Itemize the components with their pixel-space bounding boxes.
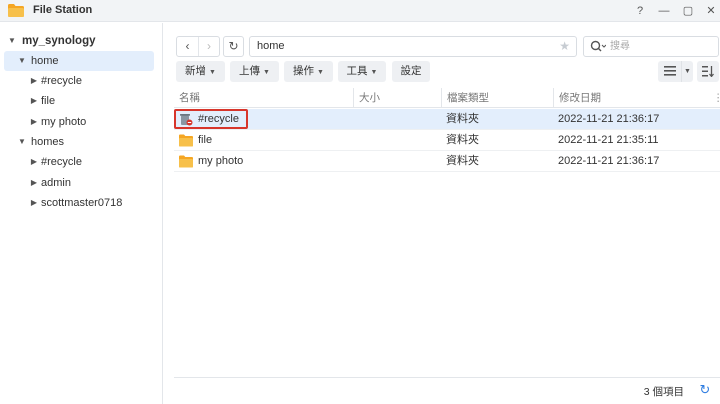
caret-right-icon[interactable]: ▶ (29, 91, 39, 111)
settings-button[interactable]: 設定 (392, 61, 430, 82)
chevron-left-icon: ‹ (185, 39, 190, 53)
search-icon[interactable] (590, 40, 606, 54)
title-bar: File Station ? — ▢ ✕ (0, 0, 720, 22)
sidebar-item-home-recycle[interactable]: ▶ #recycle (4, 71, 154, 91)
view-mode-group: ▼ (658, 61, 693, 82)
caret-right-icon[interactable]: ▶ (29, 193, 39, 213)
caret-down-icon: ▼ (263, 69, 270, 76)
file-name: file (198, 134, 213, 146)
sidebar-item-label: my_synology (22, 35, 96, 47)
tools-button-label: 工具 (346, 65, 368, 77)
file-modified: 2022-11-21 21:35:11 (558, 134, 659, 146)
minimize-button[interactable]: — (656, 3, 672, 19)
search-input[interactable] (610, 39, 714, 54)
table-row[interactable]: file 資料夾 2022-11-21 21:35:11 (174, 130, 720, 151)
sidebar-item-label: home (31, 55, 59, 67)
file-type: 資料夾 (446, 155, 479, 167)
sidebar-item-file[interactable]: ▶ file (4, 91, 154, 111)
action-button[interactable]: 操作 ▼ (284, 61, 333, 82)
item-count: 3 個項目 (643, 386, 684, 398)
nav-buttons: ‹ › (176, 36, 220, 57)
search-field[interactable] (583, 36, 719, 57)
file-list-header: 名稱 大小 檔案類型 修改日期 ⋮ (174, 88, 720, 108)
list-icon (663, 66, 676, 76)
sidebar-item-scottmaster0718[interactable]: ▶ scottmaster0718 (4, 193, 154, 213)
caret-right-icon[interactable]: ▶ (29, 112, 39, 132)
status-bar: 3 個項目 ↻ (174, 377, 720, 404)
caret-right-icon[interactable]: ▶ (29, 173, 39, 193)
column-header-name[interactable]: 名稱 (174, 88, 353, 108)
file-type: 資料夾 (446, 134, 479, 146)
caret-down-icon[interactable]: ▼ (17, 132, 27, 152)
sidebar-item-label: scottmaster0718 (41, 197, 123, 209)
action-button-label: 操作 (293, 65, 315, 77)
path-text: home (257, 40, 285, 52)
caret-down-icon: ▼ (317, 69, 324, 76)
sort-icon (702, 66, 714, 78)
file-name: my photo (198, 155, 244, 167)
star-icon[interactable]: ★ (559, 37, 570, 56)
caret-down-icon: ▼ (684, 68, 691, 75)
file-modified: 2022-11-21 21:36:17 (558, 155, 660, 167)
settings-button-label: 設定 (400, 65, 422, 77)
window-title: File Station (33, 4, 93, 16)
new-button-label: 新增 (185, 65, 207, 77)
caret-down-icon: ▼ (209, 69, 216, 76)
column-header-size[interactable]: 大小 (353, 88, 441, 108)
sidebar-item-label: my photo (41, 116, 87, 128)
caret-right-icon[interactable]: ▶ (29, 152, 39, 172)
sidebar-item-admin[interactable]: ▶ admin (4, 173, 154, 193)
file-station-icon (8, 4, 24, 17)
upload-button[interactable]: 上傳 ▼ (230, 61, 279, 82)
maximize-button[interactable]: ▢ (680, 3, 696, 19)
forward-button[interactable]: › (197, 37, 219, 56)
folder-icon (179, 134, 193, 147)
chevron-right-icon: › (206, 39, 211, 53)
sidebar-item-homes-recycle[interactable]: ▶ #recycle (4, 152, 154, 172)
recycle-bin-icon (180, 114, 193, 126)
refresh-icon: ↻ (228, 39, 239, 53)
refresh-button[interactable]: ↻ (223, 36, 244, 57)
caret-down-icon[interactable]: ▼ (7, 31, 17, 51)
view-mode-dropdown[interactable]: ▼ (682, 61, 693, 82)
table-row[interactable]: #recycle 資料夾 2022-11-21 21:36:17 (174, 109, 720, 130)
caret-down-icon[interactable]: ▼ (17, 51, 27, 71)
help-button[interactable]: ? (632, 3, 648, 19)
column-header-type[interactable]: 檔案類型 (441, 88, 553, 108)
upload-button-label: 上傳 (239, 65, 261, 77)
caret-down-icon: ▼ (370, 69, 378, 76)
sidebar: ▼ my_synology ▼ home ▶ #recycle ▶ file ▶… (0, 23, 163, 404)
sidebar-item-label: homes (31, 136, 65, 148)
caret-right-icon[interactable]: ▶ (29, 71, 39, 91)
table-row[interactable]: my photo 資料夾 2022-11-21 21:36:17 (174, 151, 720, 172)
list-view-button[interactable] (658, 61, 682, 82)
path-field[interactable]: home ★ (249, 36, 577, 57)
sidebar-item-home[interactable]: ▼ home (4, 51, 154, 71)
back-button[interactable]: ‹ (177, 37, 198, 56)
sidebar-item-label: #recycle (41, 75, 82, 87)
sidebar-item-my-photo[interactable]: ▶ my photo (4, 112, 154, 132)
close-button[interactable]: ✕ (703, 3, 719, 19)
sidebar-item-my-synology[interactable]: ▼ my_synology (4, 31, 154, 51)
sidebar-item-homes[interactable]: ▼ homes (4, 132, 154, 152)
file-name: #recycle (198, 113, 239, 125)
sort-button[interactable] (697, 61, 719, 82)
sidebar-item-label: admin (41, 177, 71, 189)
new-button[interactable]: 新增 ▼ (176, 61, 225, 82)
tools-button[interactable]: 工具 ▼ (338, 61, 386, 82)
column-header-modified[interactable]: 修改日期 (553, 88, 710, 108)
file-modified: 2022-11-21 21:36:17 (558, 113, 660, 125)
refresh-icon[interactable]: ↻ (698, 383, 712, 397)
column-options-icon[interactable]: ⋮ (708, 88, 720, 108)
folder-icon (179, 155, 193, 168)
file-type: 資料夾 (446, 113, 479, 125)
sidebar-item-label: #recycle (41, 156, 82, 168)
sidebar-item-label: file (41, 95, 56, 107)
